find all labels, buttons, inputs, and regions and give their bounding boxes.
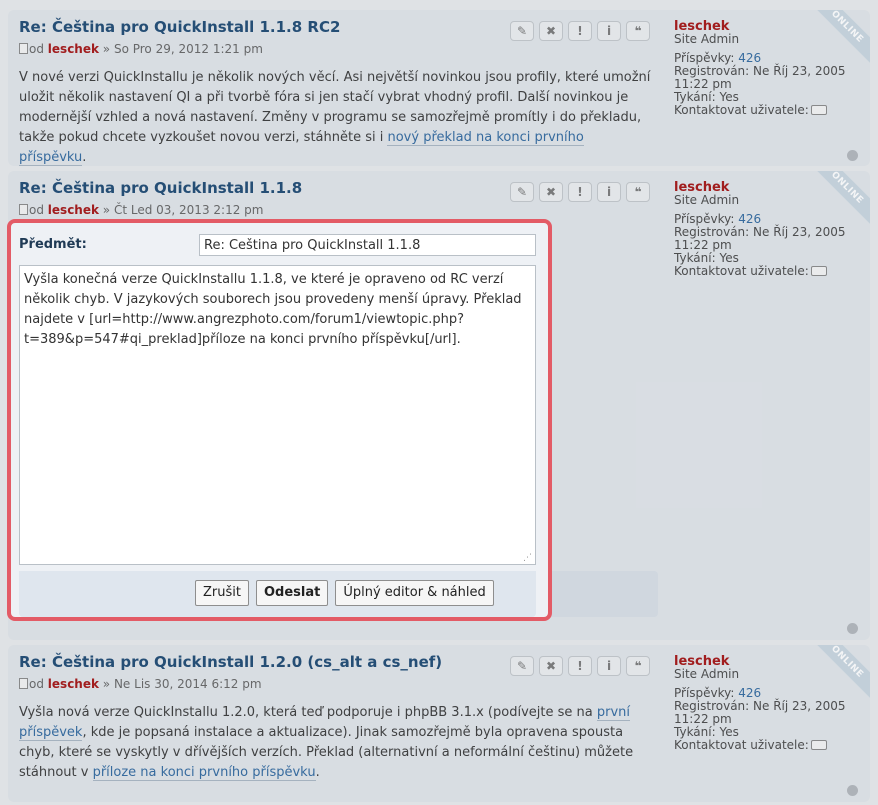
post-body-end: . (315, 765, 320, 780)
back-to-top-icon[interactable] (847, 150, 858, 161)
post-body: V nové verzi QuickInstallu je několik no… (19, 68, 655, 166)
subject-label: Předmět: (19, 237, 87, 252)
dialog-actions: Zrušit Odeslat Úplný editor & náhled (195, 580, 494, 606)
post-icon (19, 678, 28, 689)
chat-icon[interactable] (810, 740, 827, 750)
forum-topic-view: Re: Čeština pro QuickInstall 1.1.8 RC2 o… (0, 0, 878, 805)
post-3: Re: Čeština pro QuickInstall 1.2.0 (cs_a… (8, 645, 870, 802)
author-profile: leschek Site Admin Příspěvky: 426 Regist… (674, 181, 864, 278)
post-icon (19, 43, 28, 54)
post-action-buttons: ✎ ✖ ! i ❝ (510, 21, 650, 41)
post-title[interactable]: Re: Čeština pro QuickInstall 1.2.0 (cs_a… (19, 653, 442, 671)
quote-icon[interactable]: ❝ (626, 656, 650, 676)
edit-icon[interactable]: ✎ (510, 21, 534, 41)
post-icon (19, 204, 28, 215)
info-icon[interactable]: i (597, 182, 621, 202)
post-date: » Ne Lis 30, 2014 6:12 pm (102, 677, 262, 691)
back-to-top-icon[interactable] (847, 785, 858, 796)
post-title[interactable]: Re: Čeština pro QuickInstall 1.1.8 RC2 (19, 18, 340, 36)
profile-registered: Registrován: Ne Říj 23, 2005 11:22 pm (674, 225, 846, 252)
quote-icon[interactable]: ❝ (626, 182, 650, 202)
post-date: » Čt Led 03, 2013 2:12 pm (102, 203, 264, 217)
post-author[interactable]: leschek (48, 677, 99, 691)
post-body-end: . (82, 150, 87, 165)
author-profile: leschek Site Admin Příspěvky: 426 Regist… (674, 655, 864, 752)
profile-registered: Registrován: Ne Říj 23, 2005 11:22 pm (674, 64, 846, 91)
report-icon[interactable]: ! (568, 182, 592, 202)
post-link-2[interactable]: příloze na konci prvního příspěvku (92, 765, 316, 781)
profile-registered: Registrován: Ne Říj 23, 2005 11:22 pm (674, 699, 846, 726)
post-meta: od leschek » Ne Lis 30, 2014 6:12 pm (19, 677, 262, 691)
resize-grip-icon[interactable]: ⋰ (523, 553, 533, 563)
post-body: Vyšla nová verze QuickInstallu 1.2.0, kt… (19, 703, 655, 783)
chat-icon[interactable] (810, 266, 827, 276)
full-editor-button[interactable]: Úplný editor & náhled (335, 580, 494, 606)
post-action-buttons: ✎ ✖ ! i ❝ (510, 182, 650, 202)
quote-icon[interactable]: ❝ (626, 21, 650, 41)
delete-icon[interactable]: ✖ (539, 656, 563, 676)
delete-icon[interactable]: ✖ (539, 182, 563, 202)
profile-rank: Site Admin (674, 32, 740, 46)
post-1: Re: Čeština pro QuickInstall 1.1.8 RC2 o… (8, 10, 870, 166)
back-to-top-icon[interactable] (847, 623, 858, 634)
profile-posts-value[interactable]: 426 (738, 51, 761, 65)
message-textarea[interactable]: Vyšla konečná verze QuickInstallu 1.1.8,… (19, 265, 536, 565)
profile-contact: Kontaktovat uživatele: (674, 265, 864, 278)
post-date: » So Pro 29, 2012 1:21 pm (102, 42, 263, 56)
submit-button[interactable]: Odeslat (255, 580, 329, 606)
post-meta: od leschek » So Pro 29, 2012 1:21 pm (19, 42, 263, 56)
info-icon[interactable]: i (597, 21, 621, 41)
post-title[interactable]: Re: Čeština pro QuickInstall 1.1.8 (19, 179, 302, 197)
subject-input[interactable] (199, 234, 536, 256)
profile-contact: Kontaktovat uživatele: (674, 739, 864, 752)
edit-icon[interactable]: ✎ (510, 182, 534, 202)
post-author[interactable]: leschek (48, 203, 99, 217)
cancel-button[interactable]: Zrušit (195, 580, 249, 606)
post-body-text: Vyšla nová verze QuickInstallu 1.2.0, kt… (19, 705, 597, 720)
report-icon[interactable]: ! (568, 21, 592, 41)
meta-prefix: od (29, 677, 44, 691)
quick-edit-dialog: Předmět: Vyšla konečná verze QuickInstal… (7, 219, 552, 621)
edit-icon[interactable]: ✎ (510, 656, 534, 676)
post-author[interactable]: leschek (48, 42, 99, 56)
report-icon[interactable]: ! (568, 656, 592, 676)
meta-prefix: od (29, 203, 44, 217)
info-icon[interactable]: i (597, 656, 621, 676)
chat-icon[interactable] (810, 105, 827, 115)
post-meta: od leschek » Čt Led 03, 2013 2:12 pm (19, 203, 263, 217)
delete-icon[interactable]: ✖ (539, 21, 563, 41)
post-action-buttons: ✎ ✖ ! i ❝ (510, 656, 650, 676)
profile-rank: Site Admin (674, 193, 740, 207)
meta-prefix: od (29, 42, 44, 56)
profile-rank: Site Admin (674, 667, 740, 681)
profile-contact: Kontaktovat uživatele: (674, 104, 864, 117)
profile-posts-value[interactable]: 426 (738, 212, 761, 226)
profile-posts-value[interactable]: 426 (738, 686, 761, 700)
author-profile: leschek Site Admin Příspěvky: 426 Regist… (674, 20, 864, 117)
